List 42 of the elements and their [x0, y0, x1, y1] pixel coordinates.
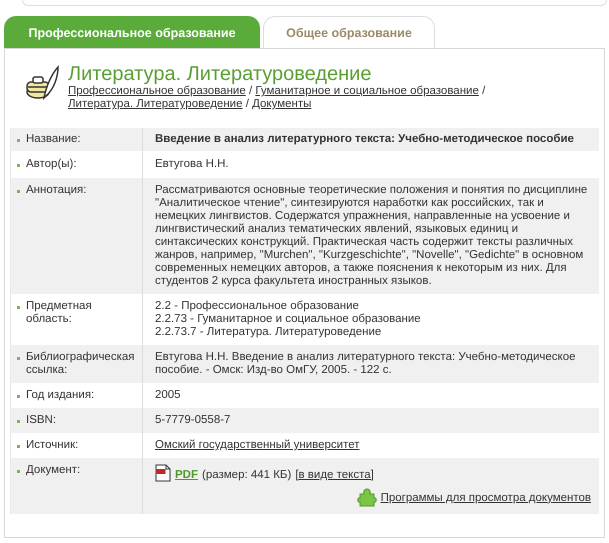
inkwell-quill-icon: [24, 65, 60, 101]
source-link[interactable]: Омский государственный университет: [155, 439, 360, 451]
field-label: ISBN:: [26, 414, 58, 427]
bullet-icon: [17, 445, 20, 448]
breadcrumb-separator: /: [246, 98, 249, 110]
field-label: Предметная область:: [26, 300, 93, 326]
field-value: 2005: [155, 389, 182, 402]
field-label: Аннотация:: [26, 184, 88, 197]
bullet-icon: [17, 190, 20, 193]
subject-line: 2.2.73.7 - Литература. Литературоведение: [155, 326, 382, 339]
breadcrumb-link[interactable]: Гуманитарное и социальное образование: [255, 85, 479, 97]
breadcrumb-link[interactable]: Документы: [252, 98, 312, 110]
text-version-link[interactable]: [в виде текста]: [295, 469, 374, 482]
field-value: 5-7779-0558-7: [155, 414, 232, 427]
field-value: Евтугова Н.Н. Введение в анализ литературного текста: Учебно-методическое пособие. - Омск: Изд-во ОмГУ, 2005. - 122 с.: [155, 351, 577, 377]
field-label: Год издания:: [26, 389, 96, 402]
breadcrumb-link[interactable]: Профессиональное образование: [68, 85, 246, 97]
bullet-icon: [17, 306, 20, 309]
bullet-icon: [17, 164, 20, 167]
bullet-icon: [17, 395, 20, 398]
field-label: Документ:: [26, 464, 82, 477]
breadcrumb-separator: /: [248, 85, 252, 97]
field-label: Источник:: [26, 439, 80, 452]
breadcrumb-link[interactable]: Литература. Литературоведение: [68, 98, 242, 110]
section-title: Литература. Литературоведение: [68, 63, 372, 85]
viewer-programs-link[interactable]: Программы для просмотра документов: [380, 492, 591, 504]
bullet-icon: [17, 470, 20, 473]
field-value: Рассматриваются основные теоретические положения и понятия по дисциплине "Аналитическое чтение", синтезируются наработки как российских, так и немецких лингвистов. Содержатся упражнения, направленные на усвоение и лингвистический анализ тематических явлений, языковых единиц и синтаксических конструкций. Практическая часть содержит тексты различных жанров, например, "Murchen", "Kurzgeschichte", "Novelle", "Gedichte" в основном современных немецких авторов, а также пояснения к некоторым из них. Для студентов 2 курса факультета иностранных языков.: [155, 184, 588, 288]
breadcrumb-separator: /: [482, 85, 486, 97]
puzzle-piece-icon: [356, 488, 377, 508]
field-value: Евтугова Н.Н.: [155, 158, 230, 171]
subject-line: 2.2.73 - Гуманитарное и социальное образование: [155, 313, 422, 326]
pdf-file-icon: [155, 464, 171, 482]
field-label: Автор(ы):: [26, 158, 78, 171]
field-value: Введение в анализ литературного текста: Учебно-методическое пособие: [155, 133, 575, 146]
field-label: Библиографическая ссылка:: [26, 351, 136, 377]
bullet-icon: [17, 139, 20, 142]
bullet-icon: [17, 357, 20, 360]
field-label: Название:: [26, 133, 82, 146]
subject-line: 2.2 - Профессиональное образование: [155, 300, 360, 313]
file-size: (размер: 441 КБ): [202, 469, 292, 482]
bullet-icon: [17, 420, 20, 423]
